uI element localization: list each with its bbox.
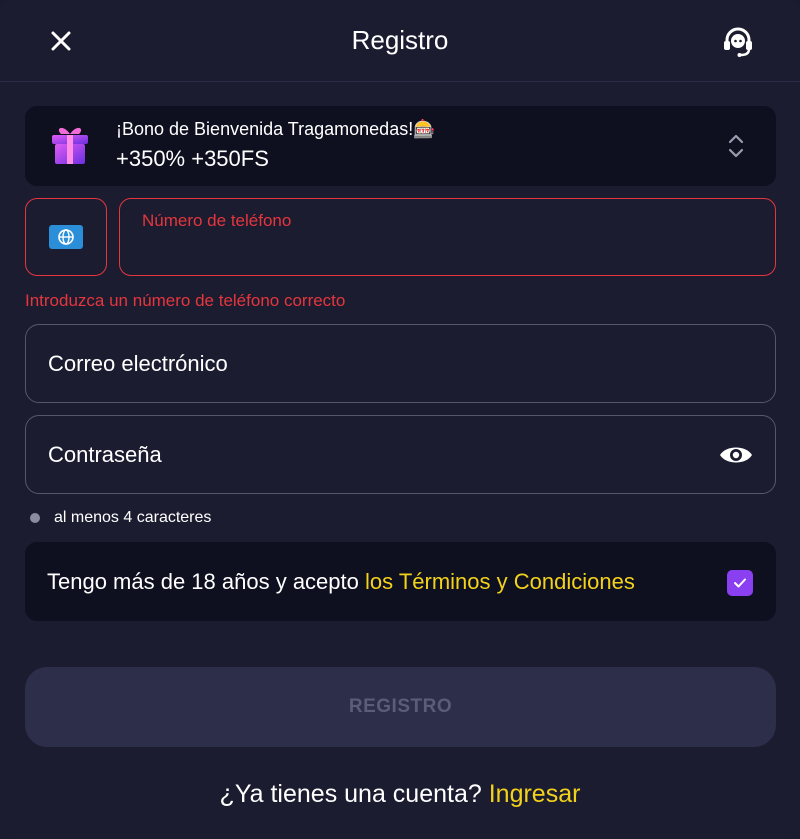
phone-number-input[interactable]: Número de teléfono — [119, 198, 776, 276]
password-field[interactable]: Contraseña — [25, 415, 776, 494]
terms-agreement: Tengo más de 18 años y acepto los Términ… — [25, 542, 776, 621]
email-placeholder: Correo electrónico — [48, 351, 228, 376]
email-field[interactable]: Correo electrónico — [25, 324, 776, 403]
phone-number-label: Número de teléfono — [142, 211, 292, 230]
modal-header: Registro — [0, 0, 800, 82]
bonus-value: +350% +350FS — [116, 146, 269, 171]
registration-modal: Registro ¡Bono de Bienvenida Tragamoneda… — [0, 0, 800, 839]
password-hint: al menos 4 caracteres — [30, 509, 211, 527]
country-flag — [49, 225, 83, 249]
gift-icon — [52, 127, 88, 164]
phone-error-message: Introduzca un número de teléfono correct… — [25, 291, 346, 310]
globe-icon — [58, 229, 74, 245]
password-hint-text: al menos 4 caracteres — [54, 509, 212, 526]
login-link[interactable]: Ingresar — [489, 780, 581, 808]
terms-label: Tengo más de 18 años y acepto — [47, 569, 365, 594]
hint-bullet — [30, 513, 40, 523]
terms-text: Tengo más de 18 años y acepto los Términ… — [47, 569, 635, 595]
bonus-title: ¡Bono de Bienvenida Tragamonedas!🎰 — [116, 119, 436, 139]
bonus-selector[interactable]: ¡Bono de Bienvenida Tragamonedas!🎰 +350%… — [25, 106, 776, 186]
register-button[interactable]: REGISTRO — [25, 667, 776, 747]
modal-title: Registro — [351, 25, 449, 55]
terms-link[interactable]: los Términos y Condiciones — [365, 569, 635, 594]
register-button-label: REGISTRO — [348, 696, 453, 717]
close-icon — [51, 31, 71, 51]
login-prompt: ¿Ya tienes una cuenta? Ingresar — [0, 780, 800, 809]
headset-icon — [724, 27, 752, 57]
password-placeholder: Contraseña — [48, 442, 162, 467]
support-button[interactable] — [718, 22, 758, 62]
checkmark-icon — [734, 578, 746, 588]
chevron-updown-icon — [728, 134, 744, 158]
eye-icon[interactable] — [718, 441, 754, 469]
close-button[interactable] — [44, 24, 78, 58]
terms-checkbox[interactable] — [727, 570, 753, 596]
country-code-selector[interactable] — [25, 198, 107, 276]
login-question: ¿Ya tienes una cuenta? — [219, 780, 489, 808]
